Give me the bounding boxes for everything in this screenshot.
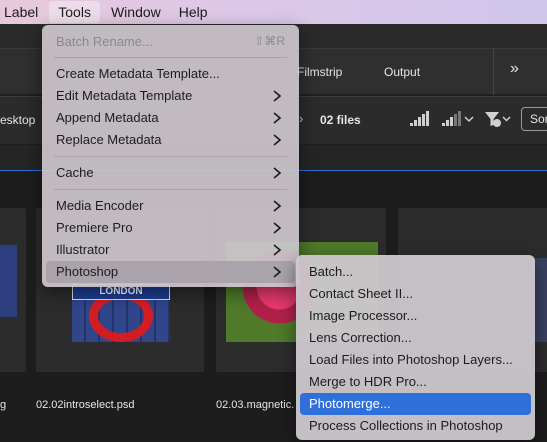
menu-item-label: Photomerge...: [309, 396, 391, 411]
menu-item-label: Merge to HDR Pro...: [309, 374, 427, 389]
chevron-right-icon: [273, 244, 282, 256]
submenu-item-process-collections[interactable]: Process Collections in Photoshop: [300, 415, 531, 437]
path-desktop[interactable]: esktop: [0, 113, 35, 127]
shortcut-label: ⇧⌘R: [254, 34, 285, 48]
photoshop-submenu: Batch... Contact Sheet II... Image Proce…: [296, 255, 535, 440]
menu-tools[interactable]: Tools: [49, 1, 100, 23]
file-name[interactable]: 02.03.magnetic.: [216, 399, 294, 411]
menu-item-label: Replace Metadata: [56, 132, 162, 147]
chevron-right-icon: [273, 266, 282, 278]
menu-item-label: Image Processor...: [309, 308, 418, 323]
menu-item-label: Lens Correction...: [309, 330, 412, 345]
menu-item-batch-rename: Batch Rename... ⇧⌘R: [46, 31, 295, 53]
workspace-divider: [493, 49, 494, 95]
more-workspaces-icon[interactable]: »: [510, 60, 519, 78]
menu-item-illustrator[interactable]: Illustrator: [46, 239, 295, 261]
chevron-right-icon: [273, 90, 282, 102]
chevron-right-icon: [273, 167, 282, 179]
chevron-right-icon: [273, 134, 282, 146]
menu-item-label: Process Collections in Photoshop: [309, 418, 503, 433]
menu-item-label: Append Metadata: [56, 110, 159, 125]
menu-item-label: Premiere Pro: [56, 220, 133, 235]
menu-item-edit-metadata-template[interactable]: Edit Metadata Template: [46, 85, 295, 107]
thumbnail-image: [0, 245, 17, 317]
menu-item-label: Edit Metadata Template: [56, 88, 193, 103]
menu-item-cache[interactable]: Cache: [46, 162, 295, 184]
chevron-right-icon: [273, 112, 282, 124]
submenu-item-photomerge[interactable]: Photomerge...: [300, 393, 531, 415]
submenu-item-load-files[interactable]: Load Files into Photoshop Layers...: [300, 349, 531, 371]
menu-help[interactable]: Help: [170, 0, 217, 24]
file-name[interactable]: g: [0, 399, 6, 411]
menu-item-label: Create Metadata Template...: [56, 66, 220, 81]
menu-item-append-metadata[interactable]: Append Metadata: [46, 107, 295, 129]
chevron-right-icon: ›: [299, 111, 304, 126]
menu-item-label: Batch Rename...: [56, 34, 153, 49]
menu-item-photoshop[interactable]: Photoshop: [46, 261, 295, 283]
file-name[interactable]: 02.02introselect.psd: [36, 399, 134, 411]
menu-item-media-encoder[interactable]: Media Encoder: [46, 195, 295, 217]
file-count: 02 files: [320, 113, 361, 127]
submenu-item-image-processor[interactable]: Image Processor...: [300, 305, 531, 327]
menu-item-label: Load Files into Photoshop Layers...: [309, 352, 513, 367]
menu-separator: [54, 156, 287, 157]
menu-item-premiere-pro[interactable]: Premiere Pro: [46, 217, 295, 239]
menu-window[interactable]: Window: [102, 0, 170, 24]
workspace-filmstrip[interactable]: Filmstrip: [297, 65, 342, 79]
workspace-output[interactable]: Output: [384, 65, 420, 79]
menu-item-label: Photoshop: [56, 264, 119, 279]
menu-item-label: Illustrator: [56, 242, 110, 257]
chevron-right-icon: [273, 200, 282, 212]
submenu-item-contact-sheet[interactable]: Contact Sheet II...: [300, 283, 531, 305]
menu-item-label: Cache: [56, 165, 94, 180]
submenu-item-lens-correction[interactable]: Lens Correction...: [300, 327, 531, 349]
menu-separator: [54, 57, 287, 58]
menu-separator: [54, 189, 287, 190]
menu-item-replace-metadata[interactable]: Replace Metadata: [46, 129, 295, 151]
rating-filter-icon[interactable]: [410, 111, 474, 127]
menu-item-label: Batch...: [309, 264, 354, 279]
menu-item-label: Media Encoder: [56, 198, 144, 213]
chevron-right-icon: [273, 222, 282, 234]
submenu-item-merge-hdr[interactable]: Merge to HDR Pro...: [300, 371, 531, 393]
menu-item-label: Contact Sheet II...: [309, 286, 414, 301]
submenu-item-batch[interactable]: Batch...: [300, 261, 531, 283]
sort-dropdown[interactable]: Sor: [521, 107, 547, 131]
menu-bar: Label Tools Window Help: [0, 0, 547, 24]
filter-icon[interactable]: [484, 110, 512, 128]
tools-menu: Batch Rename... ⇧⌘R Create Metadata Temp…: [42, 25, 299, 287]
menu-label[interactable]: Label: [0, 0, 47, 24]
menu-item-create-metadata-template[interactable]: Create Metadata Template...: [46, 63, 295, 85]
